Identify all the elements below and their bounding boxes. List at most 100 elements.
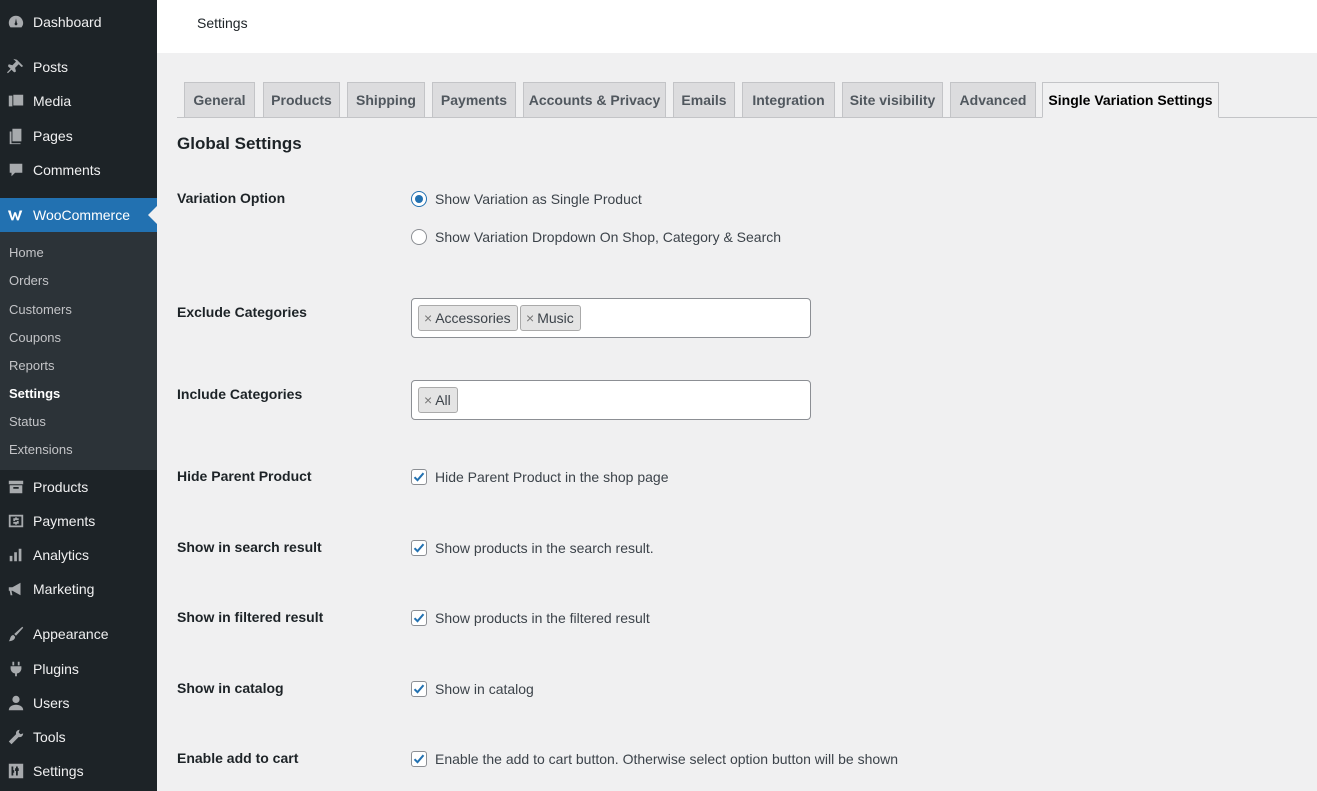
category-chip: × All: [418, 387, 458, 413]
tab-shipping[interactable]: Shipping: [347, 82, 425, 117]
sidebar-item-appearance[interactable]: Appearance: [0, 617, 157, 651]
tab-payments[interactable]: Payments: [432, 82, 516, 117]
variation-single-product-text[interactable]: Show Variation as Single Product: [435, 191, 642, 207]
checkmark-icon: [413, 754, 425, 764]
admin-sidebar: Home Orders Customers Coupons Reports Se…: [0, 0, 157, 791]
dollar-icon: [6, 511, 26, 531]
plug-icon: [6, 659, 26, 679]
hide-parent-text[interactable]: Hide Parent Product in the shop page: [435, 469, 669, 485]
catalog-text[interactable]: Show in catalog: [435, 681, 534, 697]
catalog-label: Show in catalog: [177, 680, 284, 696]
submenu-item-orders[interactable]: Orders: [9, 273, 49, 288]
sidebar-item-label: Appearance: [33, 626, 109, 642]
exclude-categories-select[interactable]: × Accessories × Music: [411, 298, 811, 338]
variation-single-product-radio[interactable]: [411, 191, 427, 207]
wrench-icon: [6, 727, 26, 747]
brush-icon: [6, 624, 26, 644]
add-to-cart-checkbox[interactable]: [411, 751, 427, 767]
tab-integration[interactable]: Integration: [742, 82, 835, 117]
remove-chip-icon[interactable]: ×: [526, 310, 534, 326]
sidebar-item-label: Analytics: [33, 547, 90, 563]
archive-icon: [6, 477, 26, 497]
sidebar-item-products[interactable]: Products: [0, 470, 157, 504]
search-result-checkbox[interactable]: [411, 540, 427, 556]
submenu-item-status[interactable]: Status: [9, 414, 46, 429]
woocommerce-icon: [6, 205, 26, 225]
media-icon: [6, 91, 26, 111]
variation-dropdown-radio[interactable]: [411, 229, 427, 245]
add-to-cart-text[interactable]: Enable the add to cart button. Otherwise…: [435, 751, 898, 767]
filtered-result-label: Show in filtered result: [177, 609, 324, 625]
sidebar-item-label: WooCommerce: [33, 207, 130, 223]
pages-icon: [6, 126, 26, 146]
woocommerce-submenu: Home Orders Customers Coupons Reports Se…: [0, 232, 157, 470]
sidebar-item-users[interactable]: Users: [0, 686, 157, 720]
tab-advanced[interactable]: Advanced: [950, 82, 1036, 117]
sidebar-item-label: Users: [33, 695, 70, 711]
sidebar-item-label: Dashboard: [33, 14, 102, 30]
checkmark-icon: [413, 613, 425, 623]
sidebar-item-marketing[interactable]: Marketing: [0, 572, 157, 606]
tab-emails[interactable]: Emails: [673, 82, 735, 117]
bar-chart-icon: [6, 545, 26, 565]
variation-dropdown-text[interactable]: Show Variation Dropdown On Shop, Categor…: [435, 229, 781, 245]
sidebar-item-comments[interactable]: Comments: [0, 153, 157, 187]
sidebar-item-media[interactable]: Media: [0, 84, 157, 118]
sidebar-item-dashboard[interactable]: Dashboard: [0, 5, 157, 39]
submenu-item-coupons[interactable]: Coupons: [9, 330, 61, 345]
tab-products[interactable]: Products: [263, 82, 340, 117]
pin-icon: [6, 57, 26, 77]
sidebar-item-plugins[interactable]: Plugins: [0, 652, 157, 686]
tab-general[interactable]: General: [184, 82, 255, 117]
sidebar-item-label: Marketing: [33, 581, 95, 597]
sidebar-item-label: Pages: [33, 128, 73, 144]
section-title: Global Settings: [177, 134, 302, 153]
sidebar-item-posts[interactable]: Posts: [0, 50, 157, 84]
submenu-item-reports[interactable]: Reports: [9, 358, 55, 373]
exclude-categories-label: Exclude Categories: [177, 304, 307, 320]
submenu-item-customers[interactable]: Customers: [9, 302, 72, 317]
sidebar-item-tools[interactable]: Tools: [0, 720, 157, 754]
submenu-item-settings[interactable]: Settings: [9, 386, 60, 401]
checkmark-icon: [413, 543, 425, 553]
sidebar-item-pages[interactable]: Pages: [0, 119, 157, 153]
megaphone-icon: [6, 579, 26, 599]
include-categories-select[interactable]: × All: [411, 380, 811, 420]
hide-parent-checkbox[interactable]: [411, 469, 427, 485]
user-icon: [6, 693, 26, 713]
page-header: Settings: [157, 0, 1317, 53]
catalog-checkbox[interactable]: [411, 681, 427, 697]
search-result-text[interactable]: Show products in the search result.: [435, 540, 654, 556]
comment-icon: [6, 160, 26, 180]
filtered-result-text[interactable]: Show products in the filtered result: [435, 610, 650, 626]
sidebar-item-label: Plugins: [33, 661, 79, 677]
tab-single-variation-settings[interactable]: Single Variation Settings: [1042, 82, 1219, 118]
filtered-result-checkbox[interactable]: [411, 610, 427, 626]
category-chip: × Accessories: [418, 305, 518, 331]
sidebar-item-label: Products: [33, 479, 89, 495]
hide-parent-label: Hide Parent Product: [177, 468, 312, 484]
sidebar-item-label: Settings: [33, 763, 84, 779]
remove-chip-icon[interactable]: ×: [424, 392, 432, 408]
search-result-label: Show in search result: [177, 539, 322, 555]
variation-option-label: Variation Option: [177, 190, 286, 206]
sidebar-item-label: Payments: [33, 513, 96, 529]
remove-chip-icon[interactable]: ×: [424, 310, 432, 326]
submenu-item-extensions[interactable]: Extensions: [9, 442, 73, 457]
add-to-cart-label: Enable add to cart: [177, 750, 299, 766]
sliders-icon: [6, 761, 26, 781]
sidebar-item-label: Media: [33, 93, 72, 109]
sidebar-item-settings[interactable]: Settings: [0, 754, 157, 788]
include-categories-label: Include Categories: [177, 386, 303, 402]
sidebar-item-label: Posts: [33, 59, 69, 75]
tab-site-visibility[interactable]: Site visibility: [842, 82, 943, 117]
sidebar-item-woocommerce[interactable]: WooCommerce: [0, 198, 157, 232]
chip-label: Music: [537, 310, 574, 326]
tab-accounts-privacy[interactable]: Accounts & Privacy: [523, 82, 666, 117]
sidebar-item-analytics[interactable]: Analytics: [0, 538, 157, 572]
chip-label: All: [435, 392, 451, 408]
page-title: Settings: [197, 15, 248, 31]
submenu-item-home[interactable]: Home: [9, 245, 44, 260]
sidebar-item-payments[interactable]: Payments: [0, 504, 157, 538]
dashboard-icon: [6, 12, 26, 32]
